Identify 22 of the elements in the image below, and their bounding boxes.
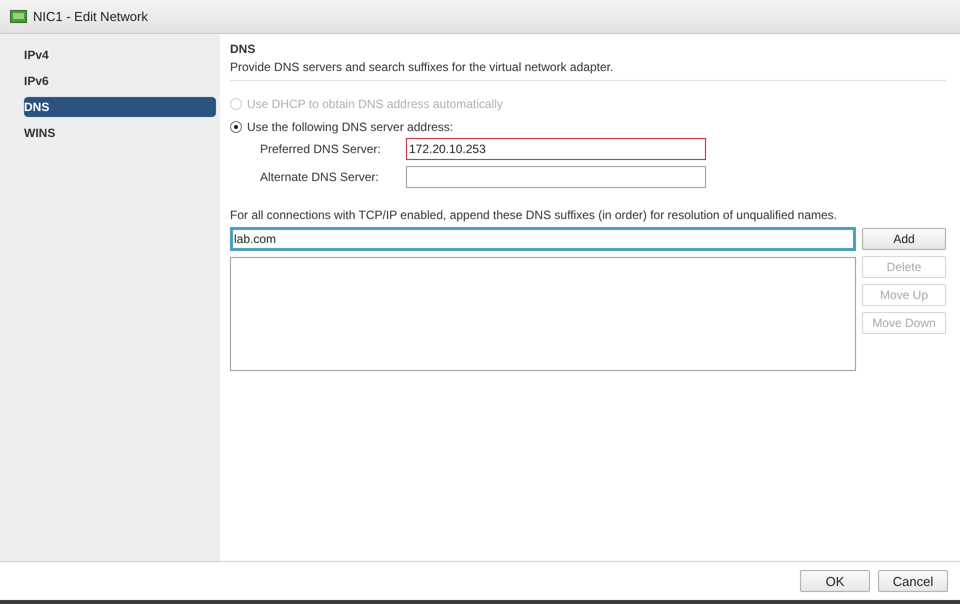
instruction-text: For all connections with TCP/IP enabled, append these DNS suffixes (in order) for resolution of unqualified names. xyxy=(230,208,838,222)
button[interactable]: OK xyxy=(800,570,870,592)
radio-label: Use the following DNS server address: xyxy=(247,120,454,134)
network-card-icon xyxy=(10,10,27,23)
suffix-list[interactable] xyxy=(230,257,856,371)
radio-button[interactable] xyxy=(230,121,242,133)
input-field[interactable] xyxy=(406,166,706,188)
field-label: Alternate DNS Server: xyxy=(260,170,380,184)
field-label: Preferred DNS Server: xyxy=(260,142,382,156)
sidebar-item[interactable]: IPv4 xyxy=(24,45,216,65)
section-description: Provide DNS servers and search suffixes for the virtual network adapter. xyxy=(230,60,946,81)
window-title: NIC1 - Edit Network xyxy=(33,9,148,24)
radio-label: Use DHCP to obtain DNS address automatically xyxy=(247,97,503,111)
input-field[interactable]: lab.com xyxy=(230,227,856,251)
button[interactable]: Cancel xyxy=(878,570,948,592)
button[interactable]: Add xyxy=(862,228,946,250)
dns-option[interactable]: Use the following DNS server address: xyxy=(230,120,946,134)
section-title: DNS xyxy=(230,42,256,56)
sidebar-item[interactable]: IPv6 xyxy=(24,71,216,91)
sidebar-item[interactable]: DNS xyxy=(24,97,216,117)
sidebar-item[interactable]: WINS xyxy=(24,123,216,143)
input-field[interactable]: 172.20.10.253 xyxy=(406,138,706,160)
